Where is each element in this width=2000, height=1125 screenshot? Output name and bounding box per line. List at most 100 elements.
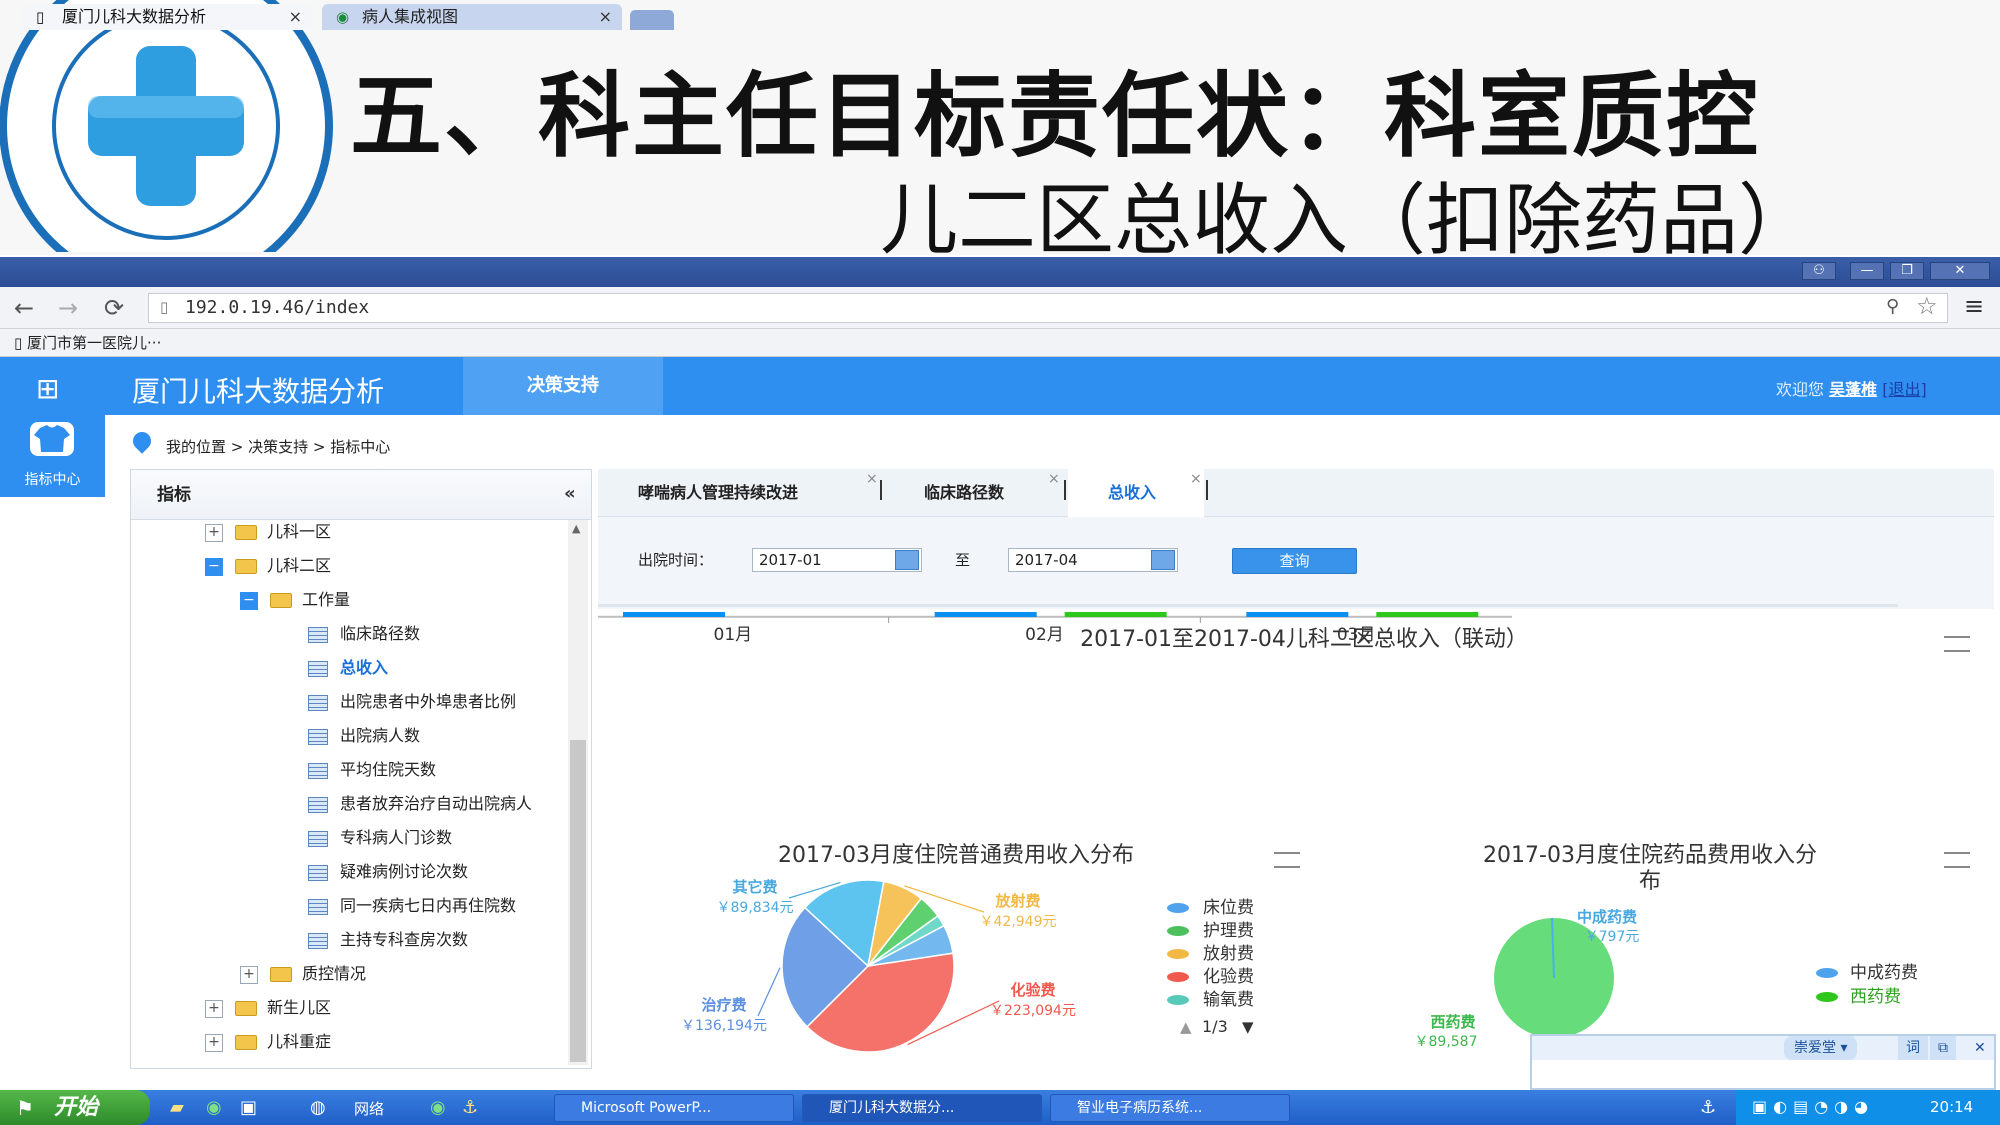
- tree-node-ward2[interactable]: − 儿科二区: [205, 554, 331, 578]
- task-bigdata-browser[interactable]: 厦门儿科大数据分...: [802, 1094, 1042, 1122]
- tab-divider: [1206, 480, 1208, 500]
- task-label: 智业电子病历系统...: [1077, 1100, 1203, 1116]
- restore-icon[interactable]: ❐: [1890, 262, 1924, 280]
- anchor-icon[interactable]: ⚓: [1700, 1097, 1716, 1118]
- close-icon[interactable]: ×: [1048, 455, 1060, 503]
- im-copy-button[interactable]: ⧉: [1930, 1036, 1956, 1060]
- bar-住院-01月: [623, 612, 725, 617]
- nav-decision-support[interactable]: 决策支持: [463, 357, 663, 415]
- expand-icon[interactable]: +: [205, 1033, 223, 1052]
- legend-label[interactable]: 中成药费: [1850, 963, 1918, 983]
- anchor-icon[interactable]: ⚓: [462, 1097, 478, 1118]
- tree-leaf[interactable]: 同一疾病七日内再住院数: [308, 894, 516, 918]
- tree-leaf[interactable]: 临床路径数: [308, 622, 420, 646]
- calendar-icon[interactable]: [895, 550, 919, 570]
- table-icon: [308, 864, 328, 881]
- tab-asthma[interactable]: 哮喘病人管理持续改进 ×: [638, 469, 878, 517]
- tree-node-ward1[interactable]: + 儿科一区: [205, 520, 331, 544]
- tree-node-workload[interactable]: − 工作量: [240, 588, 350, 612]
- key-icon[interactable]: ⚲: [1886, 296, 1899, 317]
- browser-tab-label: 病人集成视图: [362, 7, 459, 26]
- slide-title: 五、科主任目标责任状：科室质控: [350, 63, 1761, 170]
- close-icon[interactable]: ×: [599, 4, 612, 30]
- collapse-node-icon[interactable]: −: [205, 557, 223, 576]
- tab-total-income[interactable]: 总收入 ×: [1068, 469, 1204, 517]
- chart-menu-icon[interactable]: [1944, 852, 1970, 868]
- desktop-icon[interactable]: ▣: [240, 1097, 257, 1118]
- calendar-icon[interactable]: [1151, 550, 1175, 570]
- reload-icon[interactable]: ⟳: [104, 294, 124, 322]
- tab-clinical-path[interactable]: 临床路径数 ×: [924, 469, 1064, 517]
- tree-node-picu[interactable]: + 儿科重症: [205, 1030, 331, 1054]
- browser-tab-patient-view[interactable]: ◉ 病人集成视图 ×: [322, 4, 622, 30]
- new-tab-button[interactable]: [630, 10, 674, 30]
- collapse-icon[interactable]: «: [564, 483, 576, 504]
- close-icon[interactable]: ×: [289, 4, 302, 30]
- forward-icon[interactable]: →: [58, 294, 78, 322]
- folder-icon[interactable]: ▰: [170, 1097, 184, 1118]
- slice-value-label: ￥42,949元: [980, 914, 1057, 930]
- tab-label: 总收入: [1108, 483, 1157, 502]
- minimize-icon[interactable]: —: [1850, 262, 1884, 280]
- table-icon: [308, 626, 328, 643]
- tree-node-label: 儿科一区: [267, 522, 332, 541]
- expand-icon[interactable]: +: [205, 999, 223, 1018]
- scroll-up-icon[interactable]: ▲: [572, 522, 580, 535]
- menu-icon[interactable]: ≡: [1964, 292, 1984, 320]
- legend-label[interactable]: 护理费: [1203, 921, 1254, 941]
- task-powerpoint[interactable]: Microsoft PowerP...: [554, 1094, 794, 1122]
- tray-icons[interactable]: ▣◐▤◔◑◕: [1752, 1097, 1874, 1116]
- user-name-link[interactable]: 吴蓬椎: [1829, 380, 1877, 399]
- expand-icon[interactable]: +: [240, 965, 258, 984]
- tree-leaf[interactable]: 出院病人数: [308, 724, 420, 748]
- back-icon[interactable]: ←: [14, 294, 34, 322]
- close-icon[interactable]: ×: [866, 455, 878, 503]
- legend-label[interactable]: 西药费: [1850, 987, 1901, 1007]
- legend-label[interactable]: 化验费: [1203, 967, 1254, 987]
- table-icon: [308, 932, 328, 949]
- legend-label[interactable]: 放射费: [1203, 944, 1254, 964]
- refresh-icon[interactable]: ◉: [430, 1097, 446, 1118]
- quicklaunch-icon[interactable]: ◍: [310, 1097, 326, 1118]
- pager-prev-icon[interactable]: ▲: [1180, 1018, 1192, 1036]
- browser-icon[interactable]: ◉: [206, 1097, 222, 1118]
- collapse-node-icon[interactable]: −: [240, 591, 258, 610]
- chart-menu-icon[interactable]: [1274, 852, 1300, 868]
- network-toolbar[interactable]: 网络: [354, 1098, 384, 1119]
- url-input[interactable]: 192.0.19.46/index: [148, 293, 1948, 323]
- browser-tab-bigdata[interactable]: ▯ 厦门儿科大数据分析 ×: [22, 4, 312, 30]
- close-window-icon[interactable]: ✕: [1930, 262, 1990, 280]
- slice-label: 西药费: [1430, 1013, 1475, 1031]
- app-grid-icon[interactable]: ⊞: [36, 372, 59, 405]
- im-contact[interactable]: 崇爱堂 ▾: [1784, 1036, 1858, 1060]
- tree-leaf[interactable]: 主持专科查房次数: [308, 928, 468, 952]
- tree-leaf[interactable]: 平均住院天数: [308, 758, 436, 782]
- folder-icon: [235, 525, 257, 540]
- task-emr[interactable]: 智业电子病历系统...: [1050, 1094, 1290, 1122]
- query-button[interactable]: 查询: [1232, 548, 1357, 574]
- legend-label[interactable]: 床位费: [1203, 898, 1254, 918]
- table-icon: [308, 796, 328, 813]
- tree-leaf[interactable]: 患者放弃治疗自动出院病人: [308, 792, 532, 816]
- x-tick-label: 02月: [1025, 625, 1064, 645]
- tree-leaf-selected[interactable]: 总收入: [308, 656, 388, 680]
- tree-leaf[interactable]: 专科病人门诊数: [308, 826, 452, 850]
- tree-leaf-label: 患者放弃治疗自动出院病人: [340, 794, 533, 813]
- chart-menu-icon[interactable]: [1944, 636, 1970, 652]
- tree-scrollbar-thumb[interactable]: [570, 740, 586, 1062]
- bookmark-item[interactable]: ▯ 厦门市第一医院儿···: [14, 334, 161, 352]
- close-icon[interactable]: ×: [1190, 455, 1202, 503]
- logout-link[interactable]: [退出]: [1882, 380, 1927, 399]
- pager-next-icon[interactable]: ▼: [1242, 1018, 1254, 1036]
- star-icon[interactable]: ☆: [1916, 292, 1938, 320]
- tree-node-neonatal[interactable]: + 新生儿区: [205, 996, 331, 1020]
- slice-value-label: ￥223,094元: [990, 1003, 1076, 1019]
- tree-leaf[interactable]: 出院患者中外埠患者比例: [308, 690, 516, 714]
- tree-node-quality[interactable]: + 质控情况: [240, 962, 366, 986]
- user-icon[interactable]: ⚇: [1802, 262, 1836, 280]
- close-icon[interactable]: ✕: [1968, 1036, 1992, 1060]
- expand-icon[interactable]: +: [205, 523, 223, 542]
- im-word-button[interactable]: 词: [1898, 1036, 1928, 1060]
- tree-leaf[interactable]: 疑难病例讨论次数: [308, 860, 468, 884]
- legend-label[interactable]: 输氧费: [1203, 990, 1254, 1010]
